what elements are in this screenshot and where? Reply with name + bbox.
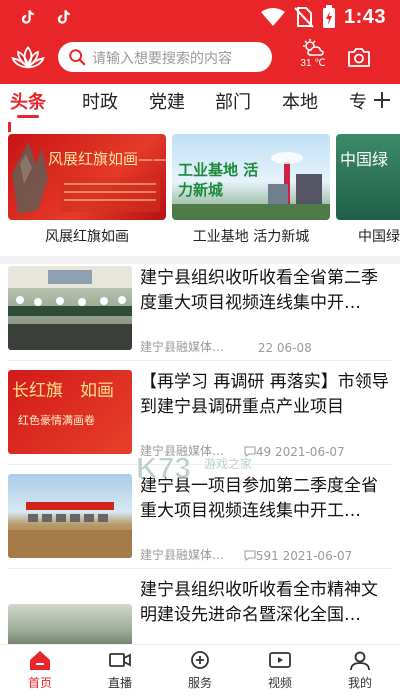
- nav-label: 服务: [187, 676, 212, 690]
- weather-temperature: 31 ℃: [300, 58, 326, 69]
- news-meta: 建宁县融媒体… 22 06-08: [140, 338, 312, 355]
- comment-count: 591 2021-06-07: [244, 549, 352, 563]
- tiktok-icon: [54, 8, 72, 26]
- search-input[interactable]: 请输入想要搜索的内容: [58, 42, 272, 72]
- news-item[interactable]: 建宁县组织收听收看全省第二季度重大项目视频连线集中开… 建宁县融媒体… 22 0…: [0, 266, 400, 366]
- featured-card[interactable]: 风展红旗如画——三明 风展红旗如画: [8, 134, 166, 246]
- featured-image-text: 中国绿: [340, 150, 389, 169]
- featured-card[interactable]: 中国绿 中国绿: [336, 134, 400, 246]
- news-thumbnail-text: 红色豪情满画卷: [18, 414, 95, 427]
- featured-card[interactable]: 工业基地 活力新城 工业基地 活力新城: [172, 134, 330, 246]
- nav-service[interactable]: 服务: [170, 649, 230, 691]
- tab-headlines[interactable]: 头条: [10, 88, 46, 114]
- search-placeholder: 请输入想要搜索的内容: [92, 51, 232, 67]
- status-time: 1:43: [343, 5, 386, 28]
- news-thumbnail-text: 长红旗 如画: [12, 381, 114, 401]
- nav-video[interactable]: 视频: [250, 649, 310, 691]
- news-source: 建宁县融媒体…: [140, 548, 225, 562]
- news-title: 建宁县组织收听收看全市精神文明建设先进命名暨深化全国…: [140, 580, 378, 625]
- user-icon: [350, 651, 370, 671]
- search-icon: [69, 49, 86, 66]
- featured-image: 工业基地 活力新城: [172, 134, 330, 220]
- nav-label: 我的: [347, 676, 372, 690]
- wifi-icon: [260, 8, 285, 26]
- tab-local[interactable]: 本地: [282, 88, 318, 114]
- featured-image: 中国绿: [336, 134, 400, 220]
- sim-off-icon: [294, 7, 314, 28]
- tab-party-building[interactable]: 党建: [149, 88, 185, 114]
- comment-icon: [244, 550, 256, 561]
- featured-caption: 工业基地 活力新城: [192, 229, 310, 245]
- k73-watermark-logo: K73 游戏之家: [136, 452, 253, 486]
- service-icon: [191, 651, 209, 669]
- tab-special[interactable]: 专: [349, 88, 367, 114]
- row-divider: [8, 568, 392, 569]
- news-date: 2021-06-07: [282, 549, 353, 563]
- svg-text:游戏之家: 游戏之家: [204, 456, 252, 471]
- video-icon: [109, 653, 131, 667]
- row-divider: [8, 360, 392, 361]
- svg-text:K73: K73: [136, 452, 191, 485]
- content-feed[interactable]: 风展红旗如画——三明 风展红旗如画 工业基地 活力新城 工业基地 活力新城 中国…: [0, 120, 400, 644]
- news-thumbnail: [8, 266, 132, 350]
- featured-caption: 风展红旗如画: [45, 229, 129, 245]
- news-title: 建宁县组织收听收看全省第二季度重大项目视频连线集中开…: [140, 268, 378, 313]
- lotus-logo-icon[interactable]: [10, 42, 46, 78]
- tab-politics[interactable]: 时政: [82, 88, 118, 114]
- section-marker: [8, 122, 11, 132]
- nav-label: 直播: [107, 676, 132, 690]
- nav-mine[interactable]: 我的: [330, 649, 390, 691]
- battery-charging-icon: [322, 5, 335, 28]
- news-item[interactable]: 建宁县组织收听收看全市精神文明建设先进命名暨深化全国…: [0, 578, 400, 644]
- news-thumbnail: 长红旗 如画 红色豪情满画卷: [8, 370, 132, 454]
- nav-live[interactable]: 直播: [90, 649, 150, 691]
- featured-image: 风展红旗如画——三明: [8, 134, 166, 220]
- news-title: 【再学习 再调研 再落实】市领导到建宁县调研重点产业项目: [140, 372, 389, 417]
- featured-caption: 中国绿: [358, 229, 400, 245]
- nav-label: 首页: [27, 676, 52, 690]
- tab-departments[interactable]: 部门: [215, 88, 251, 114]
- featured-image-text: 工业基地 活力新城: [178, 161, 259, 199]
- news-thumbnail: [8, 474, 132, 558]
- news-source: 建宁县融媒体…: [140, 340, 225, 354]
- camera-icon[interactable]: [347, 46, 371, 68]
- app-header: 请输入想要搜索的内容 31 ℃: [0, 36, 400, 84]
- news-date: 22 06-08: [257, 341, 312, 355]
- news-meta: 建宁县融媒体… 591 2021-06-07: [140, 546, 352, 563]
- status-bar: 1:43: [0, 0, 400, 36]
- tiktok-icon: [18, 8, 36, 26]
- tv-icon: [269, 652, 291, 668]
- news-thumbnail: [8, 604, 132, 644]
- active-tab-indicator: [17, 115, 39, 118]
- nav-label: 视频: [267, 676, 292, 690]
- add-channel-icon[interactable]: [372, 90, 392, 110]
- bottom-navigation: 首页 直播 服务 视频 我的: [0, 644, 400, 700]
- nav-home[interactable]: 首页: [10, 649, 70, 691]
- weather-widget[interactable]: 31 ℃: [293, 39, 333, 79]
- category-tabs: 头条 时政 党建 部门 本地 专: [0, 84, 400, 120]
- partly-cloudy-icon: [303, 39, 324, 56]
- news-date: 2021-06-07: [274, 445, 345, 459]
- section-divider: [0, 256, 400, 264]
- featured-image-text: 风展红旗如画——三明: [48, 150, 166, 168]
- home-icon: [30, 651, 50, 670]
